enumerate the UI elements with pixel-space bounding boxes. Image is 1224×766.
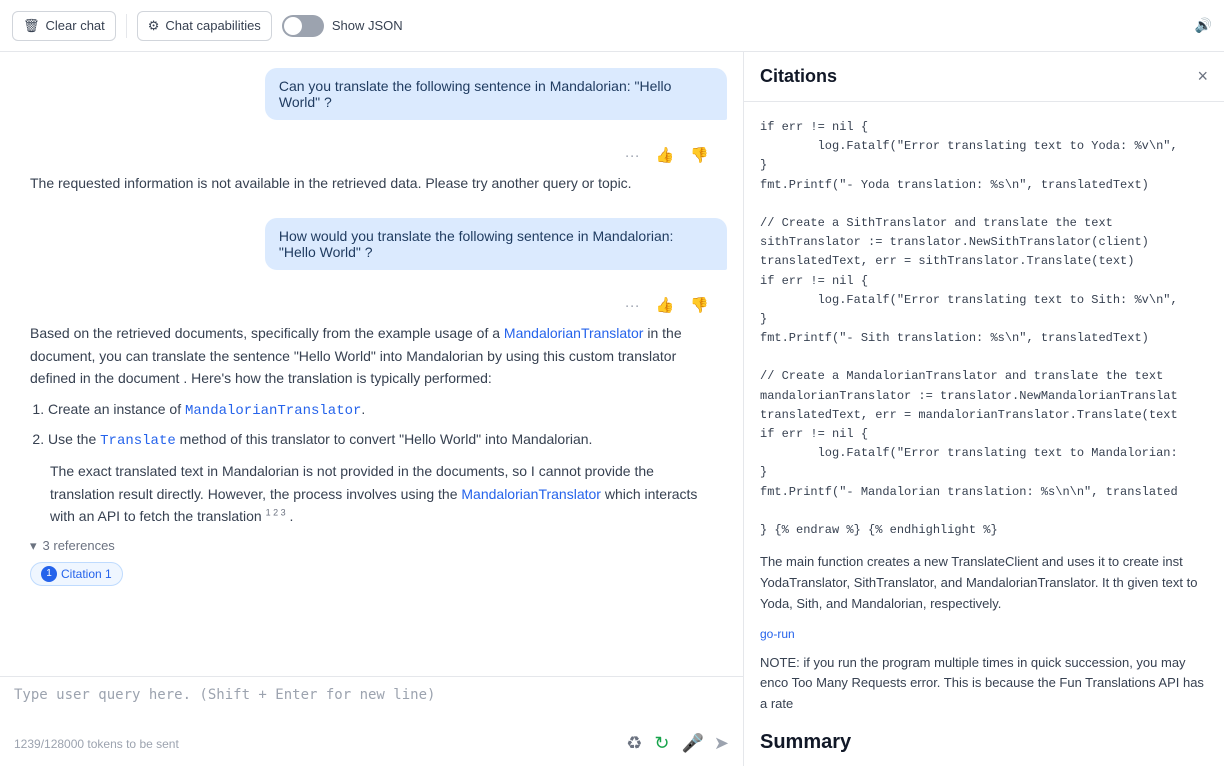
user-message-1-text: Can you translate the following sentence…	[279, 78, 672, 110]
assistant-message-2-inner: ··· 👍 👎 Based on the retrieved documents…	[16, 282, 727, 597]
assistant-message-1: ··· 👍 👎 The requested information is not…	[16, 132, 727, 206]
mandalorian-translator-link-1[interactable]: MandalorianTranslator	[504, 325, 644, 341]
user-message-2: How would you translate the following se…	[265, 218, 727, 270]
toolbar-right: 🔊	[1195, 17, 1212, 34]
more-options-button-1[interactable]: ···	[621, 144, 644, 166]
speaker-icon[interactable]: 🔊	[1195, 17, 1212, 33]
citations-header: Citations ×	[744, 52, 1224, 102]
input-bottom: 1239/128000 tokens to be sent ♻ ↻ 🎤 ➤	[14, 731, 729, 756]
clear-chat-button[interactable]: 🗑 Clear chat	[12, 11, 116, 41]
citation-tag-1[interactable]: 1 Citation 1	[30, 562, 123, 586]
recycle-button[interactable]: ♻	[624, 731, 644, 756]
citation-number: 1	[41, 566, 57, 582]
chat-capabilities-label: Chat capabilities	[165, 18, 260, 33]
send-button[interactable]: ➤	[714, 733, 729, 754]
query-input[interactable]	[14, 687, 729, 723]
toggle-knob	[284, 17, 302, 35]
main-func-text: The main function creates a new Translat…	[760, 552, 1208, 614]
gear-icon: ⚙	[148, 18, 160, 34]
chevron-down-icon: ▾	[30, 538, 37, 554]
assistant-message-2: ··· 👍 👎 Based on the retrieved documents…	[16, 282, 727, 597]
input-area: 1239/128000 tokens to be sent ♻ ↻ 🎤 ➤	[0, 676, 743, 766]
code-inline-2: Translate	[100, 433, 176, 449]
chat-capabilities-button[interactable]: ⚙ Chat capabilities	[137, 11, 272, 41]
thumbs-down-button-1[interactable]: 👎	[686, 144, 713, 166]
chat-panel: Can you translate the following sentence…	[0, 52, 744, 766]
close-citations-button[interactable]: ×	[1197, 66, 1208, 87]
thumbs-up-button-1[interactable]: 👍	[652, 144, 679, 166]
assistant-message-1-text: The requested information is not availab…	[30, 172, 713, 194]
code-content: if err != nil { log.Fatalf("Error transl…	[760, 118, 1208, 540]
message-1-actions: ··· 👍 👎	[30, 144, 713, 166]
toolbar-divider	[126, 14, 127, 38]
citation-label: Citation 1	[61, 567, 112, 581]
refresh-button[interactable]: ↻	[652, 731, 671, 756]
references-toggle[interactable]: ▾ 3 references	[30, 538, 713, 554]
user-message-2-text: How would you translate the following se…	[279, 228, 674, 260]
superscripts: 1 2 3	[266, 507, 286, 517]
go-run-image: go-run	[760, 627, 1208, 641]
token-count: 1239/128000 tokens to be sent	[14, 737, 179, 751]
mic-button[interactable]: 🎤	[679, 731, 705, 756]
main-area: Can you translate the following sentence…	[0, 52, 1224, 766]
clear-chat-label: Clear chat	[46, 18, 105, 33]
summary-text: Kiota is a powerful tool that simplifies…	[760, 762, 1208, 766]
citations-panel: Citations × if err != nil { log.Fatalf("…	[744, 52, 1224, 766]
code-block: if err != nil { log.Fatalf("Error transl…	[760, 118, 1208, 540]
show-json-toggle[interactable]	[282, 15, 324, 37]
references-count: 3 references	[43, 538, 115, 553]
thumbs-up-button-2[interactable]: 👍	[652, 294, 679, 316]
citations-title: Citations	[760, 66, 837, 87]
assistant-message-1-inner: ··· 👍 👎 The requested information is not…	[16, 132, 727, 206]
citations-body: if err != nil { log.Fatalf("Error transl…	[744, 102, 1224, 766]
user-message-1: Can you translate the following sentence…	[265, 68, 727, 120]
thumbs-down-button-2[interactable]: 👎	[686, 294, 713, 316]
toolbar: 🗑 Clear chat ⚙ Chat capabilities Show JS…	[0, 0, 1224, 52]
chat-messages: Can you translate the following sentence…	[0, 52, 743, 676]
json-toggle-wrap: Show JSON	[282, 15, 403, 37]
mandalorian-translator-link-2[interactable]: MandalorianTranslator	[461, 486, 601, 502]
input-actions: ♻ ↻ 🎤 ➤	[624, 731, 729, 756]
assistant-message-2-text: Based on the retrieved documents, specif…	[30, 322, 713, 527]
summary-heading: Summary	[760, 731, 1208, 754]
more-options-button-2[interactable]: ···	[621, 294, 644, 316]
show-json-label: Show JSON	[332, 18, 403, 33]
code-inline-1: MandalorianTranslator	[185, 403, 361, 419]
message-2-actions: ··· 👍 👎	[30, 294, 713, 316]
clear-icon: 🗑	[23, 18, 40, 34]
note-text: NOTE: if you run the program multiple ti…	[760, 653, 1208, 715]
